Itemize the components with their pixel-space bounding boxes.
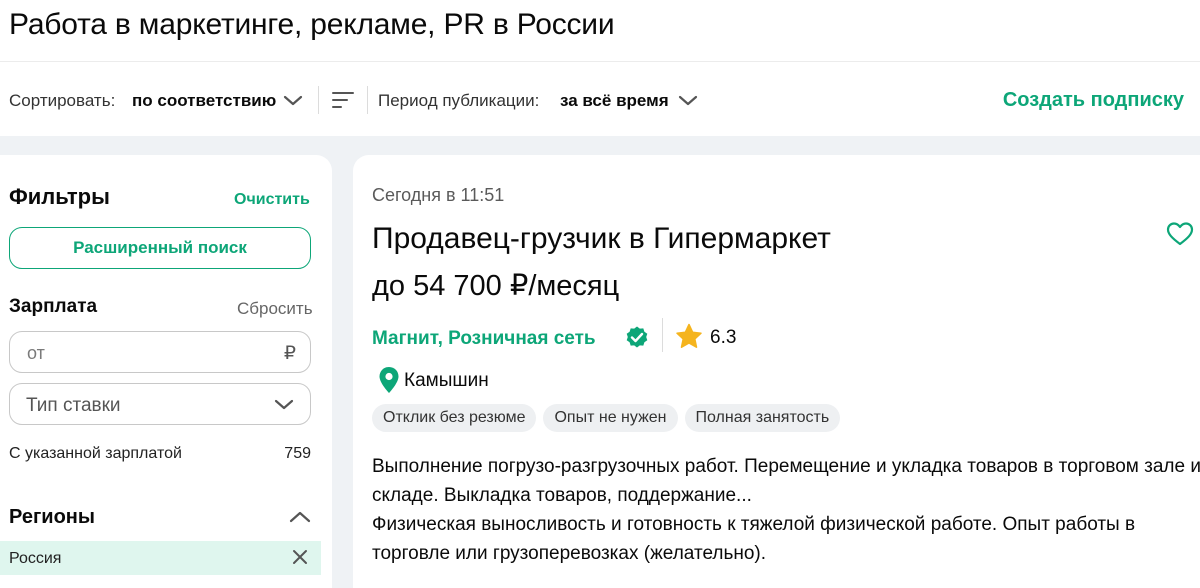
divider	[662, 318, 663, 352]
with-salary-count: 759	[284, 445, 311, 462]
vacancy-requirements: Физическая выносливость и готовность к т…	[372, 514, 1136, 564]
vacancy-salary: до 54 700 ₽/месяц	[372, 270, 620, 302]
vacancy-tag: Отклик без резюме	[372, 404, 537, 432]
rate-type-placeholder: Тип ставки	[26, 395, 121, 416]
period-label: Период публикации:	[378, 91, 540, 110]
rate-type-select[interactable]: Тип ставки	[9, 383, 311, 425]
sort-lines-icon[interactable]	[331, 90, 355, 110]
create-subscription-button[interactable]: Создать подписку	[1003, 89, 1184, 112]
chevron-down-icon[interactable]	[678, 95, 698, 107]
filters-sidebar: Фильтры Очистить Расширенный поиск Зарпл…	[0, 155, 332, 588]
ruble-icon: ₽	[283, 343, 296, 364]
salary-reset-button[interactable]: Сбросить	[237, 299, 313, 319]
clear-filters-button[interactable]: Очистить	[234, 191, 310, 209]
vacancy-tag: Полная занятость	[684, 404, 841, 432]
vacancy-city: Камышин	[404, 370, 489, 391]
period-dropdown[interactable]: за всё время	[560, 91, 669, 111]
company-rating: 6.3	[710, 327, 737, 348]
vacancy-responsibilities: Выполнение погрузо-разгрузочных работ. П…	[372, 456, 1200, 506]
location-pin-icon	[378, 366, 400, 394]
vacancy-tags: Отклик без резюме Опыт не нужен Полная з…	[372, 404, 841, 432]
chevron-up-icon[interactable]	[289, 510, 311, 524]
with-salary-option[interactable]: С указанной зарплатой	[9, 445, 182, 463]
salary-from-input[interactable]: от ₽	[9, 331, 311, 373]
region-chip-label: Россия	[9, 550, 62, 567]
page-title: Работа в маркетинге, рекламе, PR в Росси…	[9, 8, 615, 41]
advanced-search-button[interactable]: Расширенный поиск	[9, 227, 311, 269]
sort-label: Сортировать:	[9, 91, 116, 110]
region-chip: Россия	[0, 541, 321, 575]
salary-filter-title: Зарплата	[9, 296, 98, 317]
sort-bar: Сортировать: по соответствию Период публ…	[0, 62, 1200, 136]
sort-dropdown[interactable]: по соответствию	[132, 91, 276, 111]
divider	[318, 86, 319, 114]
heart-icon[interactable]	[1166, 221, 1194, 247]
vacancy-date: Сегодня в 11:51	[372, 185, 505, 205]
vacancy-tag: Опыт не нужен	[543, 404, 678, 432]
salary-from-placeholder: от	[27, 343, 45, 363]
close-icon[interactable]	[291, 548, 309, 566]
vacancy-description: Выполнение погрузо-разгрузочных работ. П…	[372, 452, 1200, 568]
verified-check-icon	[624, 324, 650, 350]
vacancy-title-link[interactable]: Продавец-грузчик в Гипермаркет	[372, 222, 831, 256]
chevron-down-icon	[274, 399, 294, 411]
filters-title: Фильтры	[9, 184, 110, 209]
vacancy-card: Сегодня в 11:51 Продавец-грузчик в Гипер…	[353, 155, 1200, 588]
chevron-down-icon[interactable]	[283, 95, 303, 107]
star-icon	[675, 323, 703, 350]
regions-title: Регионы	[9, 506, 95, 528]
company-link[interactable]: Магнит, Розничная сеть	[372, 328, 596, 350]
divider	[367, 86, 368, 114]
